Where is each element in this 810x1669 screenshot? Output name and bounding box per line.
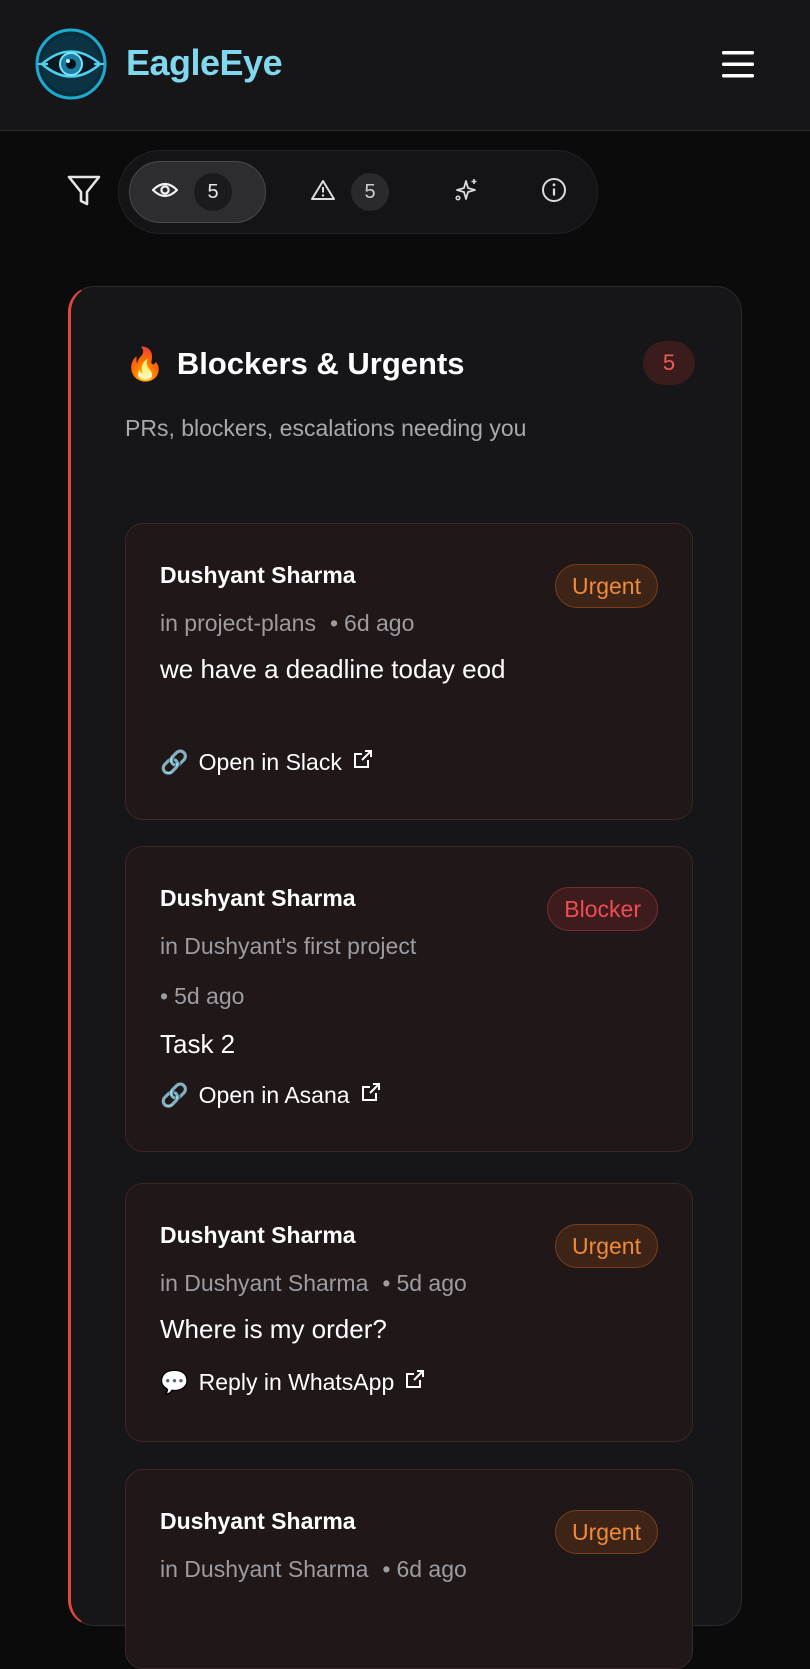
tab-alerts[interactable]: 5 bbox=[289, 161, 411, 223]
info-icon bbox=[541, 177, 567, 208]
tab-watch[interactable]: 5 bbox=[129, 161, 266, 223]
status-badge: Urgent bbox=[554, 564, 658, 608]
open-in-asana-link[interactable]: 🔗 Open in Asana bbox=[160, 1081, 382, 1109]
app-name: EagleEye bbox=[126, 42, 283, 83]
fire-icon: 🔥 bbox=[125, 346, 165, 382]
external-link-icon bbox=[360, 1081, 382, 1109]
message-card[interactable]: Dushyant Sharma Urgent in Dushyant Sharm… bbox=[125, 1469, 693, 1669]
timestamp: 5d ago bbox=[396, 1270, 467, 1296]
warning-icon bbox=[311, 179, 335, 206]
message-card[interactable]: Dushyant Sharma Urgent in project-plans •… bbox=[125, 523, 693, 820]
link-label: Reply in WhatsApp bbox=[198, 1368, 395, 1395]
link-label: Open in Asana bbox=[198, 1081, 350, 1108]
panel-title: 🔥 Blockers & Urgents bbox=[125, 345, 465, 383]
link-icon: 🔗 bbox=[160, 748, 189, 775]
message-card[interactable]: Dushyant Sharma Blocker in Dushyant's fi… bbox=[125, 846, 693, 1152]
tab-sparkle[interactable] bbox=[431, 161, 501, 223]
card-meta: in project-plans • 6d ago bbox=[160, 610, 414, 637]
sender-name: Dushyant Sharma bbox=[160, 562, 356, 588]
message-text: Where is my order? bbox=[160, 1314, 387, 1344]
channel-label: in project-plans bbox=[160, 610, 316, 636]
message-text: we have a deadline today eod bbox=[160, 654, 506, 684]
speech-bubble-icon: 💬 bbox=[160, 1368, 189, 1395]
panel-title-text: Blockers & Urgents bbox=[176, 346, 465, 381]
separator-dot: • bbox=[160, 983, 169, 1009]
link-label: Open in Slack bbox=[198, 748, 342, 775]
view-tabs: 5 5 bbox=[118, 150, 598, 234]
timestamp: 6d ago bbox=[344, 610, 415, 636]
open-in-slack-link[interactable]: 🔗 Open in Slack bbox=[160, 748, 374, 776]
status-badge: Urgent bbox=[554, 1224, 658, 1268]
filter-icon[interactable] bbox=[66, 173, 102, 209]
channel-label: in Dushyant's first project bbox=[160, 933, 417, 959]
timestamp: 5d ago bbox=[174, 983, 245, 1009]
eagleeye-logo-icon[interactable] bbox=[34, 27, 108, 101]
external-link-icon bbox=[404, 1368, 426, 1396]
status-badge: Urgent bbox=[554, 1510, 658, 1554]
timestamp: 6d ago bbox=[396, 1556, 467, 1582]
sender-name: Dushyant Sharma bbox=[160, 885, 356, 911]
status-badge: Blocker bbox=[547, 887, 658, 931]
message-text: Task 2 bbox=[160, 1029, 236, 1059]
link-icon: 🔗 bbox=[160, 1081, 189, 1108]
app-header: EagleEye bbox=[0, 0, 810, 131]
tab-count: 5 bbox=[351, 173, 389, 211]
card-meta: • 5d ago bbox=[160, 983, 244, 1010]
blockers-panel: 🔥 Blockers & Urgents 5 PRs, blockers, es… bbox=[68, 286, 742, 1669]
channel-label: in Dushyant Sharma bbox=[160, 1556, 369, 1582]
panel-count-badge: 5 bbox=[643, 341, 695, 385]
separator-dot: • bbox=[382, 1270, 391, 1296]
channel-label: in Dushyant Sharma bbox=[160, 1270, 369, 1296]
sender-name: Dushyant Sharma bbox=[160, 1508, 356, 1534]
reply-in-whatsapp-link[interactable]: 💬 Reply in WhatsApp bbox=[160, 1368, 426, 1396]
sparkle-icon bbox=[453, 177, 479, 208]
panel-subtitle: PRs, blockers, escalations needing you bbox=[125, 415, 527, 441]
external-link-icon bbox=[352, 748, 374, 776]
separator-dot: • bbox=[329, 610, 339, 636]
tab-count: 5 bbox=[194, 173, 232, 211]
tab-info[interactable] bbox=[519, 161, 589, 223]
hamburger-menu-icon[interactable] bbox=[718, 44, 758, 84]
separator-dot: • bbox=[382, 1556, 391, 1582]
card-meta: in Dushyant Sharma • 6d ago bbox=[160, 1556, 467, 1583]
eye-icon bbox=[151, 180, 179, 205]
card-meta: in Dushyant Sharma • 5d ago bbox=[160, 1270, 467, 1297]
message-card[interactable]: Dushyant Sharma Urgent in Dushyant Sharm… bbox=[125, 1183, 693, 1442]
sender-name: Dushyant Sharma bbox=[160, 1222, 356, 1248]
